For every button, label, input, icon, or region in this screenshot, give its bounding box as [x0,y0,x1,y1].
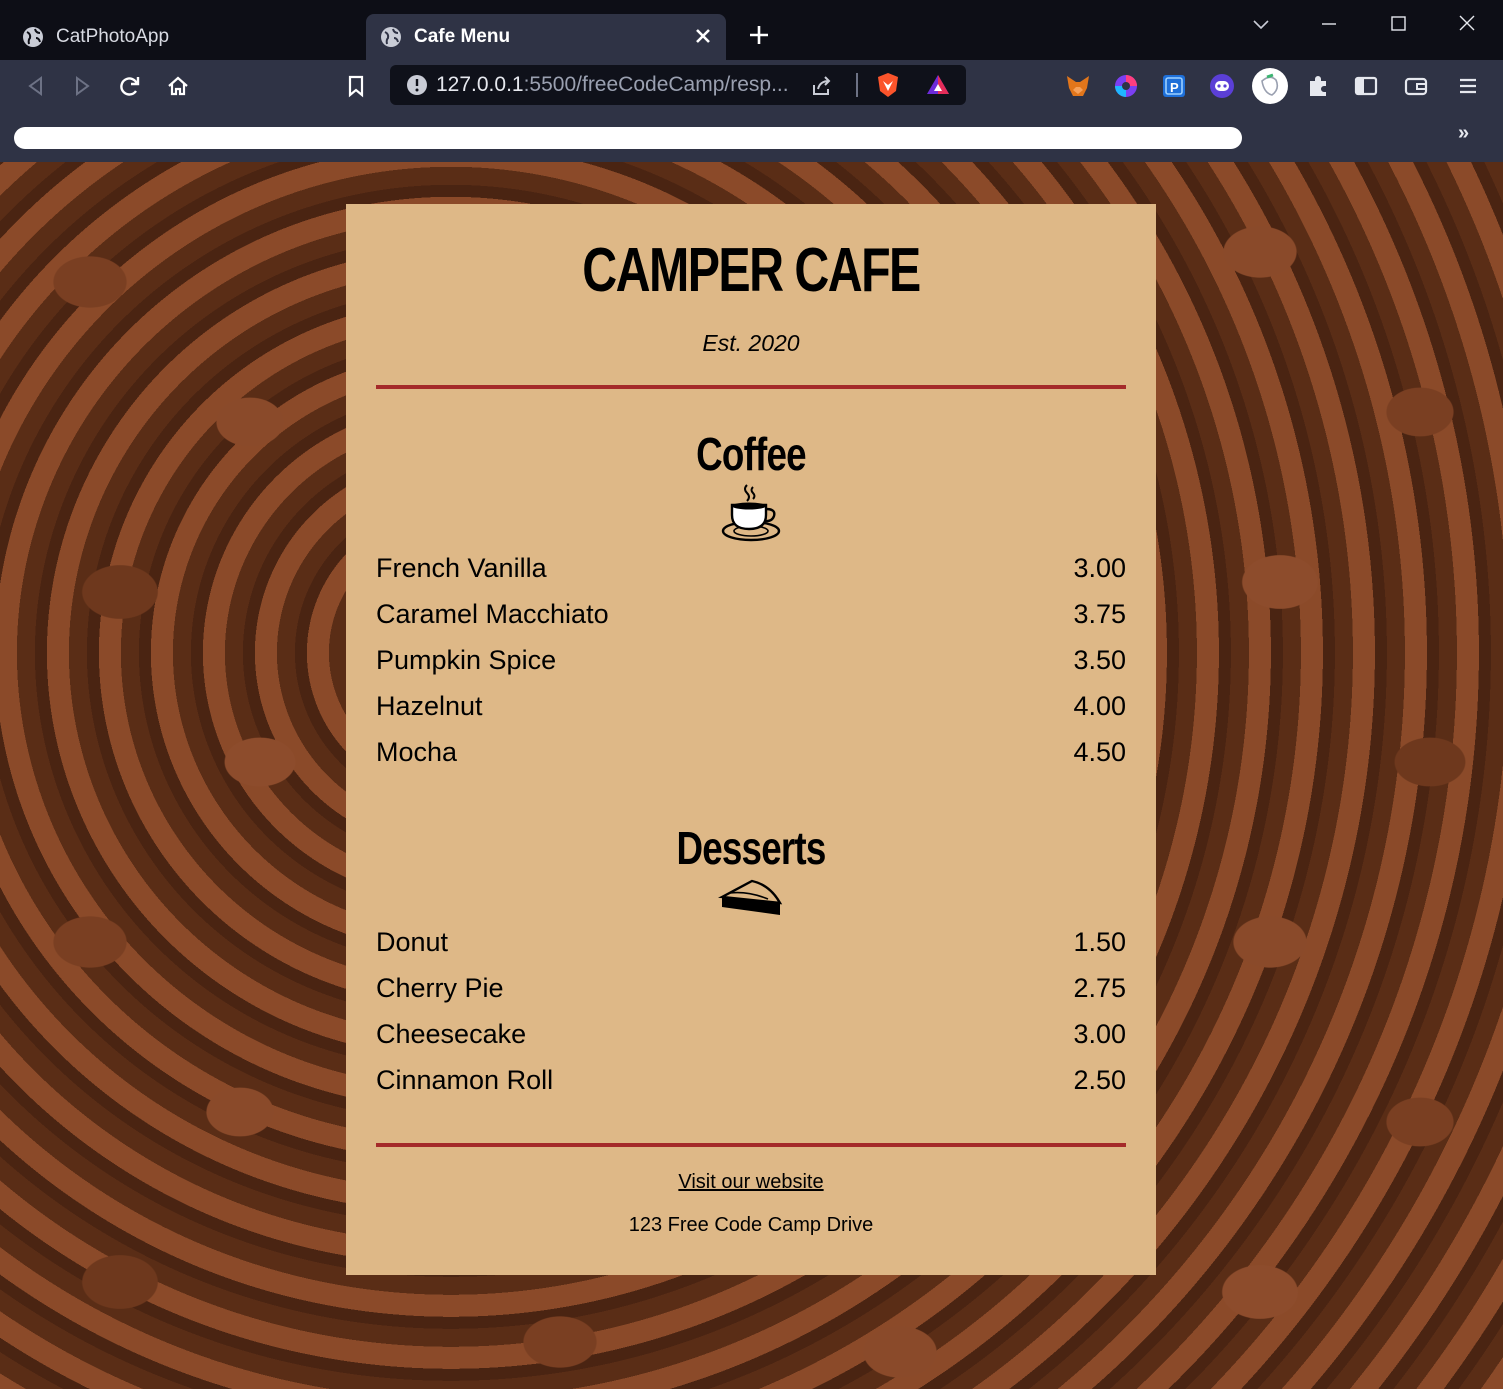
item-price: 3.75 [1073,599,1126,629]
bookmarks-bar [0,112,1503,162]
visit-website-link[interactable]: Visit our website [376,1171,1126,1194]
item-price: 3.50 [1073,645,1126,675]
site-info-icon[interactable] [406,74,428,96]
home-icon[interactable] [164,72,192,100]
p-extension-icon[interactable]: P [1160,72,1188,100]
item-name: Cheesecake [376,1019,527,1049]
maximize-icon[interactable] [1384,10,1412,38]
brave-shield-icon[interactable] [874,71,902,99]
item-price: 2.50 [1073,1065,1126,1095]
url-path: :5500/freeCodeCamp/resp... [523,73,789,96]
globe-icon [381,27,401,47]
url-text[interactable]: 127.0.0.1:5500/freeCodeCamp/resp... [436,73,789,97]
brave-rewards-icon[interactable] [924,71,952,99]
menu-item: Mocha 4.50 [376,729,1126,775]
reload-icon[interactable] [116,72,144,100]
sidebar-icon[interactable] [1352,72,1380,100]
extensions-puzzle-icon[interactable] [1304,72,1332,100]
minimize-icon[interactable] [1315,10,1343,38]
back-icon[interactable] [22,72,50,100]
menu-item: Pumpkin Spice 3.50 [376,637,1126,683]
established-text: Est. 2020 [702,330,800,356]
tab-catphotoapp[interactable]: CatPhotoApp [12,14,362,60]
item-name: Caramel Macchiato [376,599,609,629]
profile-avatar-icon[interactable] [1251,67,1289,105]
pie-slice-icon [718,879,783,915]
svg-text:P: P [1170,80,1179,95]
menu-item: Caramel Macchiato 3.75 [376,591,1126,637]
color-wheel-extension-icon[interactable] [1112,72,1140,100]
menu-item: Cheesecake 3.00 [376,1011,1126,1057]
close-tab-icon[interactable] [690,23,716,49]
new-tab-icon[interactable] [744,20,774,50]
item-name: Cinnamon Roll [376,1065,554,1095]
metamask-fox-icon[interactable] [1064,72,1092,100]
menu-item: Cinnamon Roll 2.50 [376,1057,1126,1103]
menu-hamburger-icon[interactable] [1454,72,1482,100]
forward-icon[interactable] [68,72,96,100]
item-price: 4.00 [1073,691,1126,721]
menu-item: French Vanilla 3.00 [376,545,1126,591]
item-price: 1.50 [1073,927,1126,957]
share-icon[interactable] [808,73,834,99]
desserts-section: Desserts Donut 1.50 Cherry Pie 2.75 Cheese… [376,825,1126,1103]
menu-card: CAMPER CAFE Est. 2020 Coffee French Vani… [346,204,1156,1275]
page-viewport: CAMPER CAFE Est. 2020 Coffee French Vani… [0,162,1503,1389]
browser-titlebar: CatPhotoApp Cafe Menu [0,0,1503,60]
item-name: French Vanilla [376,553,547,583]
coffee-section: Coffee French Vanilla 3.00 Caramel Macchi… [376,431,1126,775]
tab-title: CatPhotoApp [56,26,170,47]
address-text: 123 Free Code Camp Drive [628,1214,874,1236]
tab-cafe-menu[interactable]: Cafe Menu [366,14,726,60]
address-bar[interactable]: 127.0.0.1:5500/freeCodeCamp/resp... [390,65,966,105]
bottom-divider [376,1143,1126,1147]
cafe-name: CAMPER CAFE [582,236,921,305]
item-name: Mocha [376,737,458,767]
item-price: 3.00 [1073,1019,1126,1049]
top-divider [376,385,1126,389]
section-title-desserts: Desserts [676,822,826,874]
item-name: Donut [376,927,449,957]
coffee-cup-icon [721,484,781,542]
globe-icon [23,27,43,47]
section-title-coffee: Coffee [696,428,806,480]
bot-extension-icon[interactable] [1208,72,1236,100]
wallet-icon[interactable] [1402,72,1430,100]
menu-item: Donut 1.50 [376,919,1126,965]
item-name: Hazelnut [376,691,483,721]
item-name: Cherry Pie [376,973,504,1003]
bookmarks-overflow-button[interactable]: » [1458,122,1469,145]
bookmarks-strip [14,127,1242,149]
menu-footer: Visit our website 123 Free Code Camp Dri… [376,1171,1126,1237]
menu-item: Hazelnut 4.00 [376,683,1126,729]
menu-item: Cherry Pie 2.75 [376,965,1126,1011]
item-price: 4.50 [1073,737,1126,767]
url-host: 127.0.0.1 [436,73,524,96]
item-price: 3.00 [1073,553,1126,583]
url-divider [856,73,858,97]
close-window-icon[interactable] [1453,10,1481,38]
item-name: Pumpkin Spice [376,645,557,675]
tab-title: Cafe Menu [414,26,511,47]
bookmark-icon[interactable] [342,72,370,100]
browser-toolbar: 127.0.0.1:5500/freeCodeCamp/resp... P [0,60,1503,112]
item-price: 2.75 [1073,973,1126,1003]
tab-search-chevron-icon[interactable] [1247,10,1275,38]
